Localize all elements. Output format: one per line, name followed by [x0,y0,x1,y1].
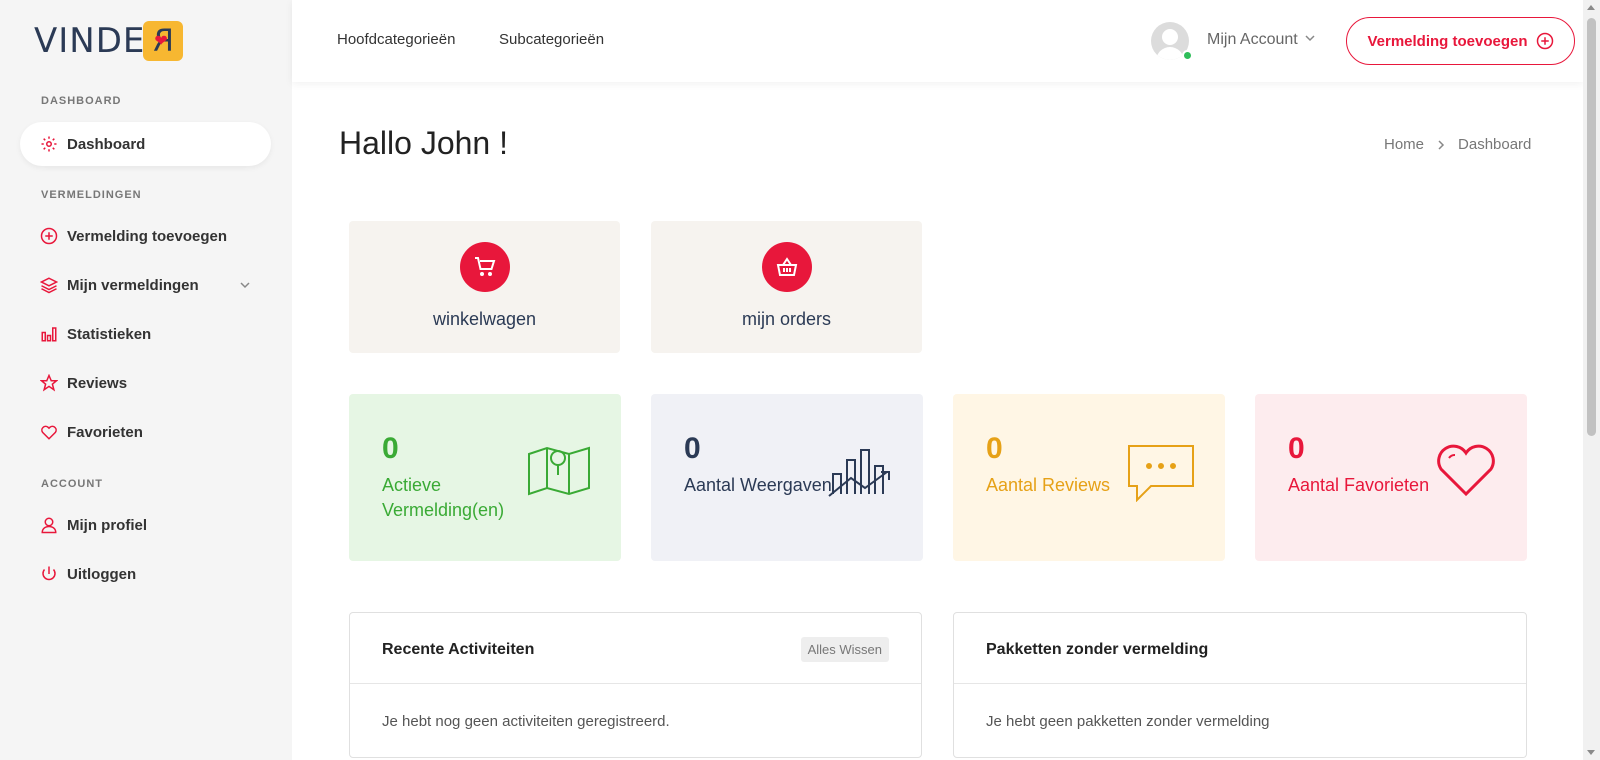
stat-card-actieve-vermeldingen[interactable]: 0 Actieve Vermelding(en) [349,394,621,561]
sidebar-item-dashboard[interactable]: Dashboard [20,122,271,166]
clear-all-button[interactable]: Alles Wissen [800,637,889,662]
tile-mijn-orders[interactable]: mijn orders [651,221,922,353]
sidebar-item-favorieten[interactable]: Favorieten [20,410,271,454]
avatar-head [1162,29,1178,45]
sidebar-item-vermelding-toevoegen[interactable]: Vermelding toevoegen [20,214,271,258]
section-title-vermeldingen: VERMELDINGEN [41,189,142,201]
section-title-dashboard: DASHBOARD [41,95,122,107]
star-icon [40,374,58,392]
chat-bubble-icon [1127,444,1195,507]
sidebar-item-label: Uitloggen [67,565,137,583]
plus-circle-icon [1536,32,1554,50]
map-pin-icon [527,444,591,503]
panel-recente-activiteiten: Recente Activiteiten Alles Wissen Je heb… [349,612,922,758]
stat-card-aantal-weergaven[interactable]: 0 Aantal Weergaven [651,394,923,561]
brand-logo[interactable]: VINDE R ❤ [34,20,184,62]
account-menu[interactable]: Mijn Account [1207,31,1316,49]
layers-icon [40,276,58,294]
sidebar-item-label: Vermelding toevoegen [67,227,228,245]
stat-value: 0 [1288,432,1305,465]
page-title: Hallo John ! [339,125,508,161]
sidebar-item-label: Mijn vermeldingen [67,276,199,294]
panel-empty-text: Je hebt nog geen activiteiten geregistre… [382,713,670,730]
logo-badge: R ❤ [143,21,184,61]
breadcrumb-home[interactable]: Home [1384,136,1424,153]
stat-value: 0 [382,432,399,465]
tile-winkelwagen[interactable]: winkelwagen [349,221,620,353]
page-scrollbar[interactable] [1583,0,1600,760]
online-status-dot [1182,50,1193,61]
sidebar-item-label: Reviews [67,374,128,392]
panel-title: Pakketten zonder vermelding [986,641,1209,658]
sidebar-item-statistieken[interactable]: Statistieken [20,312,271,356]
basket-icon [761,242,812,292]
gear-icon [40,135,58,153]
plus-circle-icon [40,227,58,245]
panel-title: Recente Activiteiten [382,641,535,658]
add-listing-button[interactable]: Vermelding toevoegen [1346,17,1575,65]
chevron-down-icon[interactable] [239,278,251,295]
chart-trend-icon [827,444,893,505]
user-icon [40,516,58,534]
scroll-up-arrow-icon[interactable] [1587,5,1595,10]
stat-value: 0 [684,432,701,465]
cart-icon [459,242,510,292]
sidebar: VINDE R ❤ DASHBOARD Dashboard VERMELDING… [0,0,292,760]
nav-link-subcategorieen[interactable]: Subcategorieën [499,31,604,48]
stat-label: Aantal Weergaven [684,475,832,495]
stat-card-aantal-reviews[interactable]: 0 Aantal Reviews [953,394,1225,561]
stat-label: Aantal Favorieten [1288,475,1430,495]
nav-link-hoofdcategorieen[interactable]: Hoofdcategorieën [337,31,455,48]
sidebar-item-reviews[interactable]: Reviews [20,361,271,405]
avatar-body [1156,47,1184,60]
sidebar-item-label: Dashboard [67,135,146,153]
scrollbar-thumb[interactable] [1587,18,1596,436]
heart-outline-icon [1435,444,1497,503]
bar-chart-icon [40,325,58,343]
sidebar-item-mijn-vermeldingen[interactable]: Mijn vermeldingen [20,263,271,307]
logo-heart-icon: ❤ [154,31,168,50]
power-icon [40,565,58,583]
scroll-down-arrow-icon[interactable] [1587,750,1595,755]
breadcrumb-current: Dashboard [1458,136,1532,153]
chevron-right-icon [1436,139,1446,150]
sidebar-item-mijn-profiel[interactable]: Mijn profiel [20,503,271,547]
breadcrumb: Home Dashboard [1384,136,1531,153]
tile-label: mijn orders [741,309,832,329]
sidebar-item-uitloggen[interactable]: Uitloggen [20,552,271,596]
sidebar-item-label: Mijn profiel [67,516,147,534]
sidebar-item-label: Favorieten [67,423,143,441]
chevron-down-icon [1304,31,1316,49]
tile-label: winkelwagen [432,309,537,329]
logo-text: VINDE [34,21,146,61]
panel-header: Pakketten zonder vermelding [954,613,1526,684]
panel-header: Recente Activiteiten Alles Wissen [350,613,921,684]
panel-empty-text: Je hebt geen pakketten zonder vermelding [986,713,1270,730]
stat-label: Actieve Vermelding(en) [382,475,505,520]
stat-card-aantal-favorieten[interactable]: 0 Aantal Favorieten [1255,394,1527,561]
account-label: Mijn Account [1207,31,1298,48]
panel-pakketten-zonder-vermelding: Pakketten zonder vermelding Je hebt geen… [953,612,1527,758]
heart-icon [40,423,58,441]
add-listing-label: Vermelding toevoegen [1367,32,1528,50]
stat-value: 0 [986,432,1003,465]
stat-label: Aantal Reviews [986,475,1111,495]
sidebar-item-label: Statistieken [67,325,152,343]
section-title-account: ACCOUNT [41,478,103,490]
